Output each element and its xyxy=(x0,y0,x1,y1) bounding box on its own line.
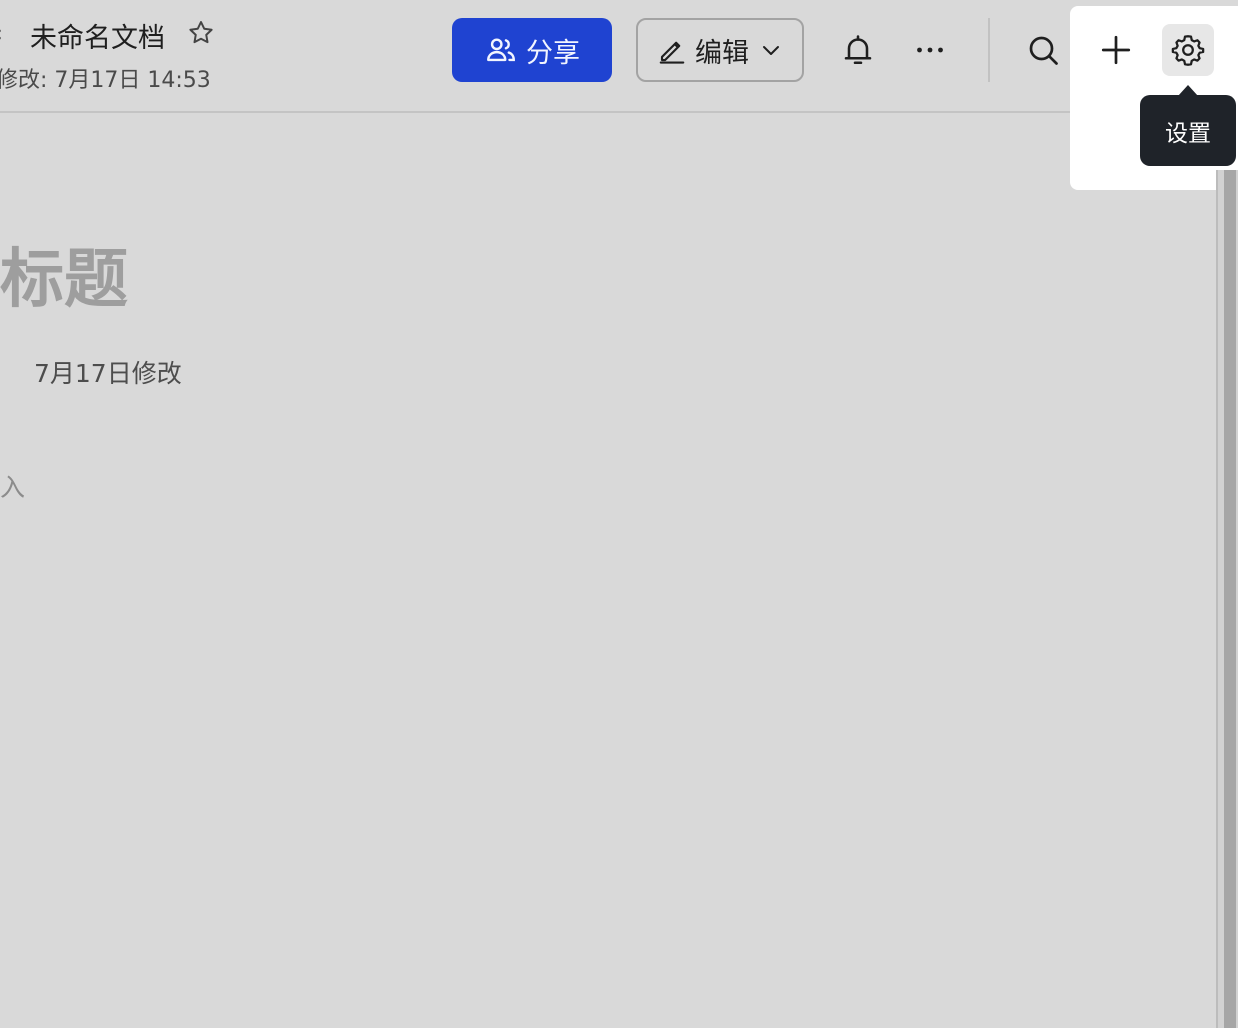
plus-icon xyxy=(1101,35,1131,65)
modified-info: 7月17日修改 xyxy=(34,359,182,388)
pencil-icon xyxy=(659,41,685,64)
add-button[interactable] xyxy=(1090,24,1142,76)
scrollbar-edge xyxy=(1216,170,1218,1028)
doc-title[interactable]: 未命名文档 xyxy=(30,16,165,55)
toolbar-divider xyxy=(988,18,990,82)
scrollbar-thumb[interactable] xyxy=(1224,170,1236,1028)
star-icon[interactable] xyxy=(186,18,216,48)
notifications-button[interactable] xyxy=(832,24,884,76)
doc-heading[interactable]: 标题 xyxy=(0,228,128,320)
edit-mode-button[interactable]: 编辑 xyxy=(636,18,804,82)
chevron-down-icon xyxy=(763,46,779,55)
search-icon xyxy=(1029,36,1058,65)
share-button[interactable]: 分享 xyxy=(452,18,612,82)
search-button[interactable] xyxy=(1017,24,1069,76)
body-placeholder[interactable]: 入 xyxy=(0,468,25,504)
share-label: 分享 xyxy=(526,37,580,69)
document-page: ‹ 未命名文档 修改: 7月17日 14:53 分享 编辑 xyxy=(0,0,1238,1028)
back-icon[interactable]: ‹ xyxy=(0,22,3,47)
top-toolbar: ‹ 未命名文档 修改: 7月17日 14:53 分享 编辑 xyxy=(0,0,1238,113)
settings-tooltip: 设置 xyxy=(1140,95,1236,166)
more-icon xyxy=(917,47,943,53)
users-icon xyxy=(487,38,515,62)
bell-icon xyxy=(844,35,872,65)
edit-label: 编辑 xyxy=(695,37,749,69)
more-options-button[interactable] xyxy=(904,24,956,76)
tooltip-text: 设置 xyxy=(1165,120,1211,147)
settings-button[interactable] xyxy=(1162,24,1214,76)
last-modified-text: 修改: 7月17日 14:53 xyxy=(0,68,211,93)
gear-icon xyxy=(1171,35,1205,66)
